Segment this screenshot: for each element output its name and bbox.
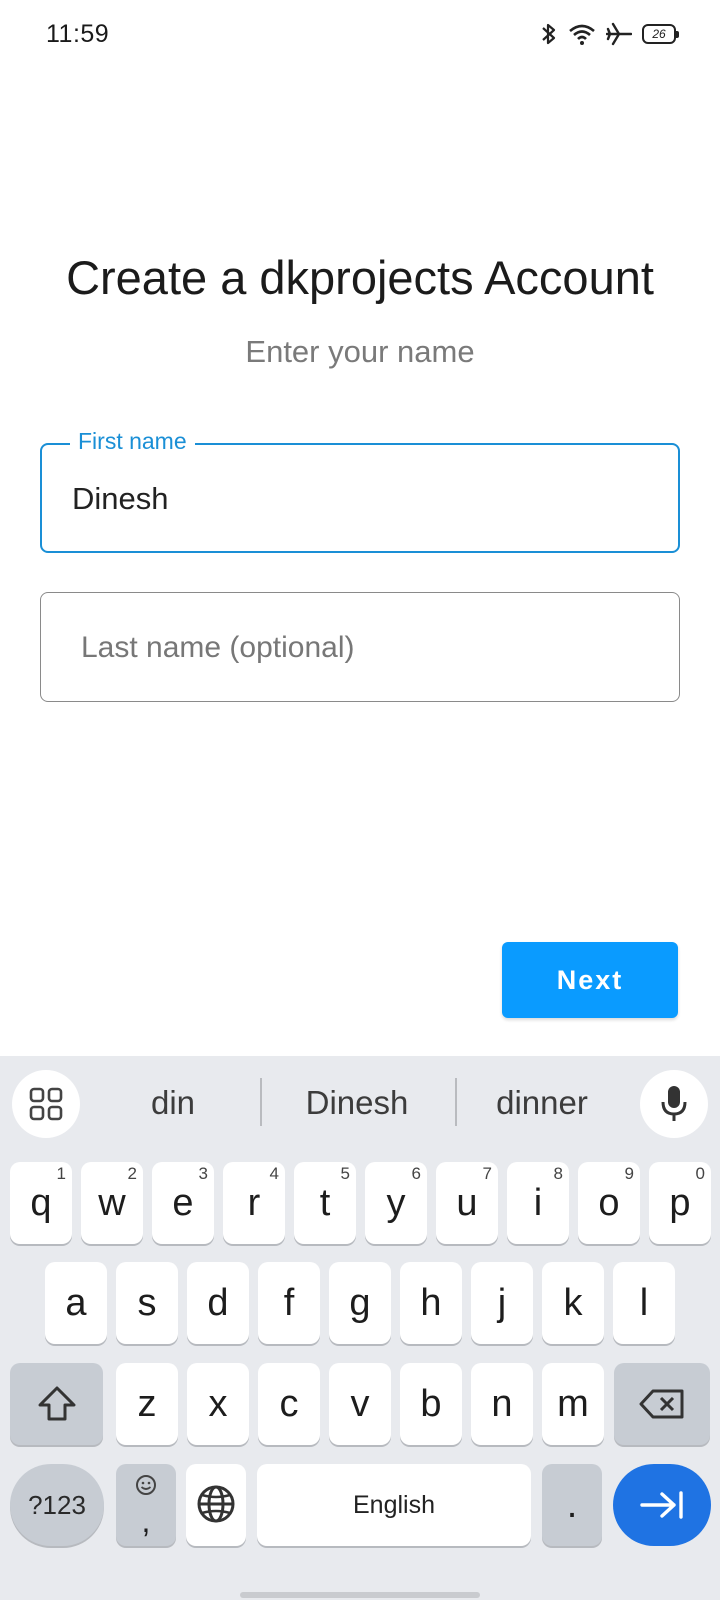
symbols-key[interactable]: ?123: [10, 1464, 104, 1546]
key-g[interactable]: g: [329, 1262, 391, 1344]
key-hint-8: 8: [553, 1164, 563, 1183]
emoji-comma-key[interactable]: ,: [116, 1464, 176, 1546]
key-w[interactable]: w2: [81, 1162, 143, 1244]
key-hint-0: 0: [695, 1164, 705, 1183]
key-h[interactable]: h: [400, 1262, 462, 1344]
key-n[interactable]: n: [471, 1363, 533, 1445]
key-hint-4: 4: [269, 1164, 279, 1183]
key-hint-1: 1: [56, 1164, 66, 1183]
key-v[interactable]: v: [329, 1363, 391, 1445]
space-key[interactable]: English: [257, 1464, 531, 1546]
last-name-field[interactable]: Last name (optional): [40, 592, 680, 702]
key-e[interactable]: e3: [152, 1162, 214, 1244]
mic-icon[interactable]: [640, 1070, 708, 1138]
key-t[interactable]: t5: [294, 1162, 356, 1244]
suggestion-1[interactable]: din: [88, 1084, 258, 1122]
backspace-key[interactable]: [614, 1363, 710, 1445]
period-key[interactable]: .: [542, 1464, 602, 1546]
status-bar: 11:59 26: [0, 0, 720, 72]
key-l[interactable]: l: [613, 1262, 675, 1344]
key-p[interactable]: p0: [649, 1162, 711, 1244]
key-x[interactable]: x: [187, 1363, 249, 1445]
apps-grid-icon[interactable]: [12, 1070, 80, 1138]
key-f[interactable]: f: [258, 1262, 320, 1344]
shift-key[interactable]: [10, 1363, 103, 1445]
key-s[interactable]: s: [116, 1262, 178, 1344]
keyboard: din Dinesh dinner ?123 , English . q1w2e…: [0, 1056, 720, 1600]
suggestion-row: din Dinesh dinner: [0, 1056, 720, 1152]
key-m[interactable]: m: [542, 1363, 604, 1445]
suggestion-divider: [260, 1078, 262, 1126]
first-name-field[interactable]: First name Dinesh: [40, 428, 680, 553]
key-hint-2: 2: [127, 1164, 137, 1183]
key-y[interactable]: y6: [365, 1162, 427, 1244]
page-title: Create a dkprojects Account: [66, 251, 654, 304]
airplane-icon: [606, 22, 632, 46]
key-z[interactable]: z: [116, 1363, 178, 1445]
globe-icon: [197, 1485, 235, 1523]
key-j[interactable]: j: [471, 1262, 533, 1344]
next-button[interactable]: Next: [502, 942, 678, 1018]
first-name-label: First name: [70, 428, 195, 455]
status-time: 11:59: [46, 20, 110, 48]
key-d[interactable]: d: [187, 1262, 249, 1344]
suggestion-2[interactable]: Dinesh: [272, 1084, 442, 1122]
key-hint-6: 6: [411, 1164, 421, 1183]
key-k[interactable]: k: [542, 1262, 604, 1344]
wifi-icon: [568, 23, 596, 45]
comma-label: ,: [141, 1503, 151, 1539]
key-r[interactable]: r4: [223, 1162, 285, 1244]
key-b[interactable]: b: [400, 1363, 462, 1445]
bluetooth-icon: [540, 22, 558, 46]
first-name-value[interactable]: Dinesh: [72, 481, 169, 517]
next-field-icon: [640, 1491, 683, 1519]
key-i[interactable]: i8: [507, 1162, 569, 1244]
next-field-key[interactable]: [613, 1464, 711, 1546]
key-hint-7: 7: [482, 1164, 492, 1183]
key-q[interactable]: q1: [10, 1162, 72, 1244]
key-hint-5: 5: [340, 1164, 350, 1183]
key-hint-3: 3: [198, 1164, 208, 1183]
suggestion-3[interactable]: dinner: [457, 1084, 627, 1122]
key-a[interactable]: a: [45, 1262, 107, 1344]
page-subtitle: Enter your name: [245, 334, 475, 369]
status-icons: 26: [540, 22, 679, 46]
key-u[interactable]: u7: [436, 1162, 498, 1244]
key-hint-9: 9: [624, 1164, 634, 1183]
battery-icon: 26: [642, 24, 679, 44]
key-o[interactable]: o9: [578, 1162, 640, 1244]
last-name-placeholder: Last name (optional): [81, 631, 355, 664]
home-indicator[interactable]: [240, 1592, 480, 1598]
key-c[interactable]: c: [258, 1363, 320, 1445]
globe-key[interactable]: [186, 1464, 246, 1546]
